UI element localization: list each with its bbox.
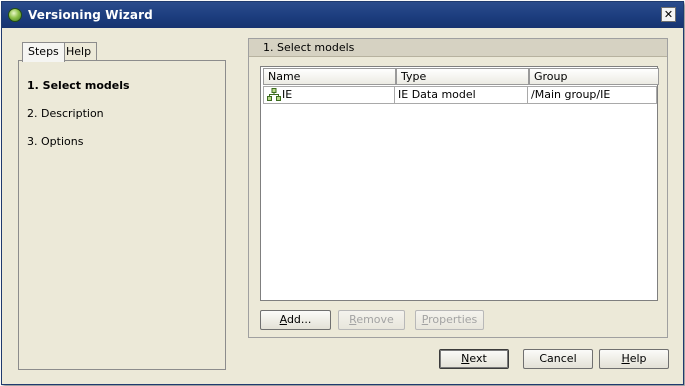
models-table[interactable]: Name Type Group IE IE Data model /Main g… [260, 66, 659, 301]
help-label: elp [629, 352, 647, 365]
cancel-button[interactable]: Cancel [523, 349, 593, 369]
cell-type: IE Data model [395, 87, 528, 103]
group-header: 1. Select models [249, 39, 667, 57]
app-icon [8, 8, 22, 22]
table-row[interactable]: IE IE Data model /Main group/IE [263, 86, 657, 104]
column-header-group[interactable]: Group [529, 68, 659, 85]
next-label: ext [469, 352, 487, 365]
window-title: Versioning Wizard [28, 8, 153, 22]
add-mnemonic: A [279, 313, 287, 326]
steps-panel: 1. Select models 2. Description 3. Optio… [18, 60, 226, 370]
help-mnemonic: H [621, 352, 630, 365]
step-select-models[interactable]: 1. Select models [27, 79, 130, 92]
table-header: Name Type Group [263, 68, 659, 85]
remove-button[interactable]: Remove [338, 310, 405, 330]
step-options[interactable]: 3. Options [27, 135, 83, 148]
column-header-type[interactable]: Type [396, 68, 529, 85]
help-button[interactable]: Help [599, 349, 669, 369]
properties-label: roperties [428, 313, 478, 326]
tab-help[interactable]: Help [60, 42, 98, 61]
add-label: dd... [286, 313, 312, 326]
step-description[interactable]: 2. Description [27, 107, 104, 120]
next-button[interactable]: Next [439, 349, 509, 369]
title-bar[interactable]: Versioning Wizard ✕ [2, 2, 683, 28]
column-header-name[interactable]: Name [263, 68, 396, 85]
cell-name: IE [279, 87, 395, 103]
wizard-body: Steps Help 1. Select models 2. Descripti… [2, 28, 683, 384]
cell-group: /Main group/IE [531, 88, 611, 101]
add-button[interactable]: Add... [260, 310, 331, 330]
properties-button[interactable]: Properties [415, 310, 484, 330]
select-models-group: 1. Select models Name Type Group IE IE D… [248, 38, 668, 338]
versioning-wizard-window: Versioning Wizard ✕ Steps Help 1. Select… [1, 1, 684, 385]
remove-label: emove [356, 313, 394, 326]
tab-steps[interactable]: Steps [22, 42, 65, 62]
close-button[interactable]: ✕ [661, 7, 676, 22]
